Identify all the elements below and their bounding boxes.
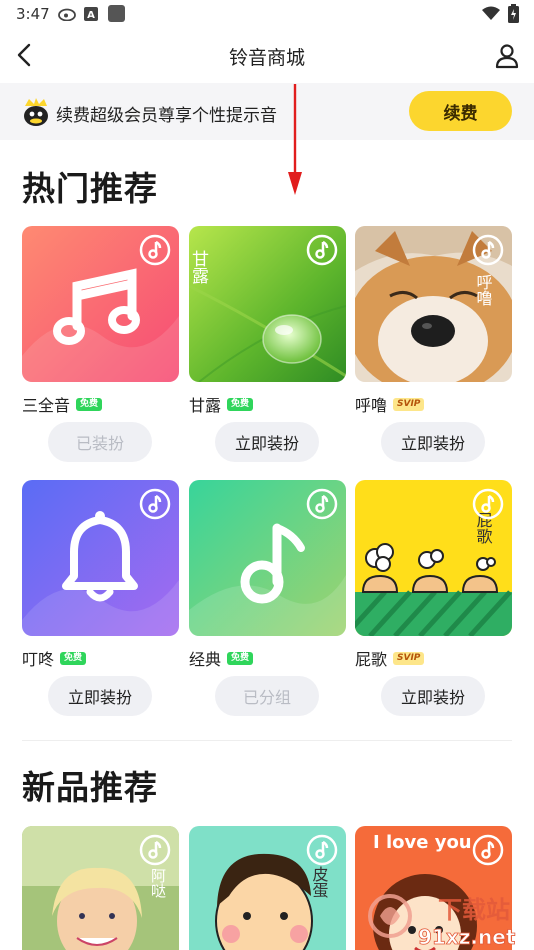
ringtone-cover[interactable]: 甘露: [189, 226, 346, 382]
cover-text: I love you: [373, 832, 472, 853]
status-time: 3:47: [16, 5, 50, 23]
play-music-icon: [139, 488, 171, 520]
cover-text: 甘露: [189, 250, 209, 284]
apply-button[interactable]: 立即装扮: [215, 422, 319, 462]
play-music-icon: [139, 834, 171, 866]
ringtone-cover[interactable]: 屁歌: [355, 480, 512, 636]
weibo-icon: [58, 8, 76, 21]
play-music-icon: [306, 488, 338, 520]
download-site-watermark: 下载站 91xz.net: [368, 894, 516, 949]
section-title-new: 新品推荐: [22, 768, 158, 807]
svip-badge: SVIP: [393, 397, 425, 411]
user-profile-button[interactable]: [492, 41, 522, 71]
vip-promo-text: 续费超级会员尊享个性提示音: [56, 106, 277, 126]
free-badge: 免费: [227, 397, 254, 411]
watermark-logo-icon: [368, 894, 412, 938]
play-music-icon: [306, 834, 338, 866]
svg-text:A: A: [87, 10, 95, 21]
grouped-button[interactable]: 已分组: [215, 676, 319, 716]
app-notification-icon: [108, 5, 125, 22]
free-badge: 免费: [227, 651, 254, 665]
ringtone-cover[interactable]: 呼噜: [355, 226, 512, 382]
apply-button[interactable]: 立即装扮: [381, 676, 485, 716]
play-music-icon: [472, 488, 504, 520]
svip-badge: SVIP: [393, 651, 425, 665]
ringtone-name: 屁歌 SVIP: [355, 646, 425, 670]
renew-button[interactable]: 续费: [409, 91, 512, 131]
apply-button[interactable]: 立即装扮: [381, 422, 485, 462]
ringtone-cover[interactable]: [189, 480, 346, 636]
free-badge: 免费: [76, 397, 103, 411]
cover-text: 皮蛋: [310, 866, 329, 899]
svg-text:下载站: 下载站: [438, 896, 510, 924]
red-arrow-annotation: [288, 84, 302, 195]
play-music-icon: [472, 834, 504, 866]
battery-icon: [508, 4, 519, 23]
ringtone-cover[interactable]: [22, 226, 179, 382]
applied-button[interactable]: 已装扮: [48, 422, 152, 462]
ringtone-cover[interactable]: [22, 480, 179, 636]
section-title-hot: 热门推荐: [22, 169, 158, 208]
vip-mascot-icon: [24, 98, 48, 126]
ringtone-cover[interactable]: 阿哒: [22, 826, 179, 950]
play-music-icon: [139, 234, 171, 266]
ringtone-name: 叮咚 免费: [22, 646, 87, 670]
apply-button[interactable]: 立即装扮: [48, 676, 152, 716]
ringtone-name: 三全音 免费: [22, 392, 103, 416]
free-badge: 免费: [60, 651, 87, 665]
play-music-icon: [306, 234, 338, 266]
cover-text: 呼噜: [474, 274, 493, 306]
nav-bar: 铃音商城: [0, 28, 534, 83]
vip-renew-banner: 续费超级会员尊享个性提示音 续费: [0, 83, 534, 140]
ringtone-cover[interactable]: 皮蛋: [189, 826, 346, 950]
play-music-icon: [472, 234, 504, 266]
a-notification-icon: A: [84, 7, 98, 21]
ringtone-name: 经典 免费: [189, 646, 254, 670]
status-bar: 3:47 A: [0, 0, 534, 28]
user-icon: [495, 44, 519, 69]
ringtone-name: 呼噜 SVIP: [355, 392, 425, 416]
svg-text:91xz.net: 91xz.net: [418, 925, 516, 949]
section-divider: [22, 740, 512, 741]
page-title: 铃音商城: [228, 47, 305, 69]
wifi-icon: [482, 6, 500, 20]
ringtone-name: 甘露 免费: [189, 392, 254, 416]
cover-text: 阿哒: [149, 868, 167, 899]
